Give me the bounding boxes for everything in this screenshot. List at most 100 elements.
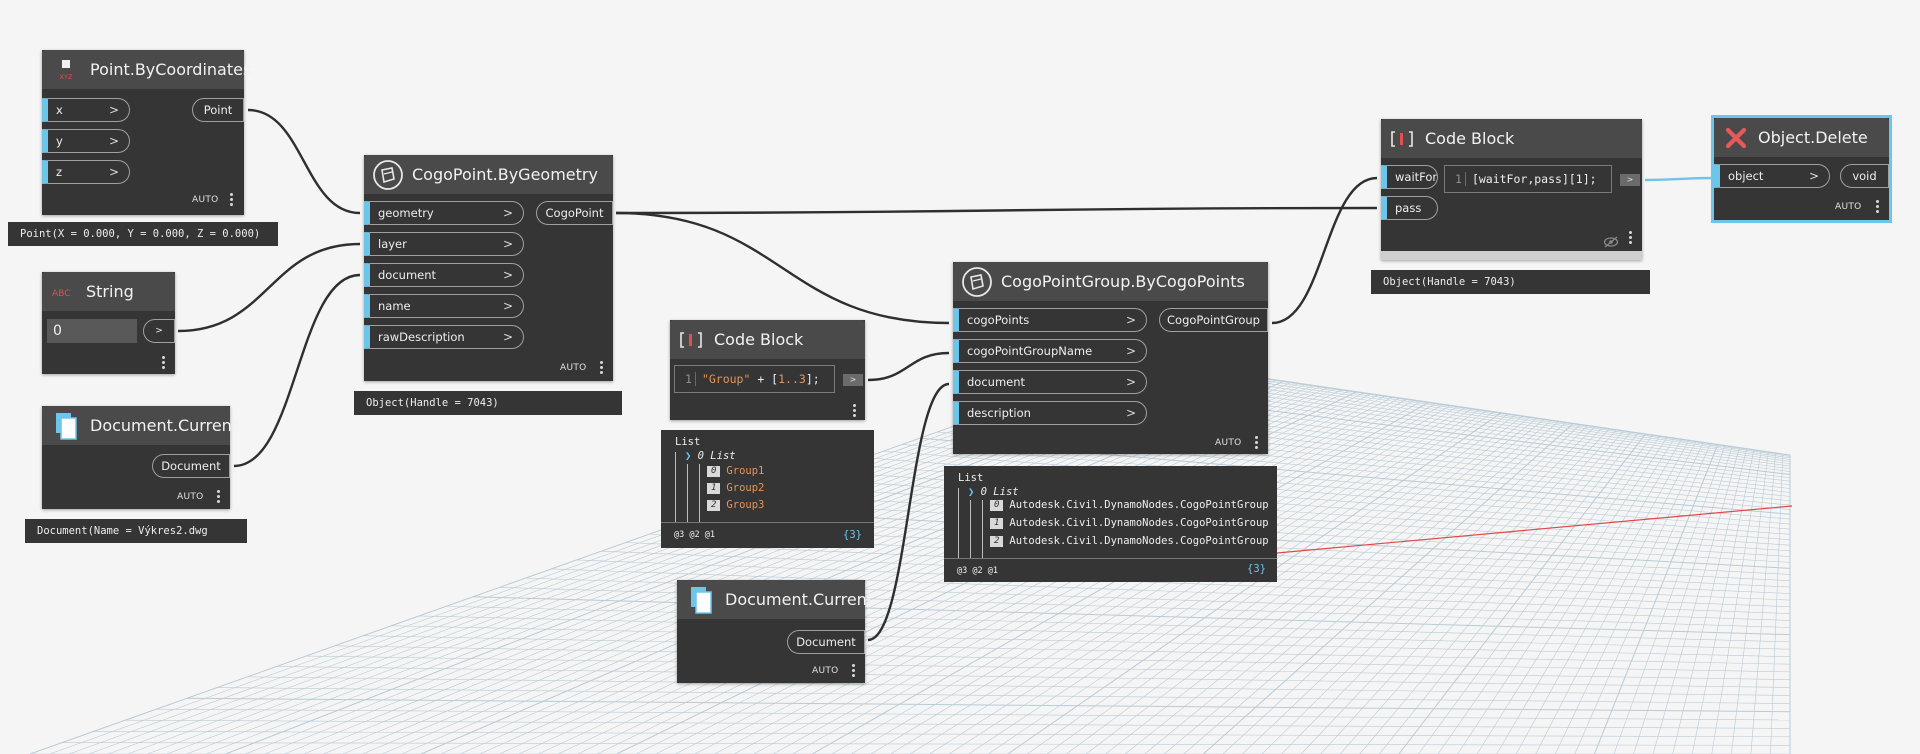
input-port-y[interactable]: y >	[42, 129, 130, 153]
delete-x-icon	[1722, 122, 1750, 154]
tree-line	[675, 452, 676, 522]
tree-line	[982, 500, 983, 558]
input-port-description[interactable]: description >	[953, 401, 1147, 425]
node-header[interactable]: Code Block	[670, 320, 865, 359]
input-port-z[interactable]: z >	[42, 160, 130, 184]
list-header: List	[675, 436, 701, 448]
more-options-icon[interactable]	[230, 193, 233, 208]
tree-line	[958, 488, 959, 558]
node-title: Point.ByCoordinates	[90, 60, 252, 79]
lacing-label[interactable]: AUTO	[1215, 438, 1242, 448]
svg-text:ABC: ABC	[52, 289, 70, 299]
output-port-string[interactable]: >	[143, 319, 175, 343]
more-options-icon[interactable]	[853, 404, 856, 419]
grid-line	[1731, 451, 1769, 754]
grid-line	[1574, 443, 1711, 754]
node-document-current[interactable]: Document.Current Document AUTO	[677, 580, 873, 683]
list-header: List	[958, 472, 984, 484]
node-object-delete[interactable]: Object.Delete object > void AUTO	[1711, 115, 1892, 223]
node-header[interactable]: ABC String	[42, 272, 175, 311]
node-header[interactable]: Document.Current	[42, 406, 238, 445]
output-port-point[interactable]: Point	[192, 98, 244, 122]
graph-canvas[interactable]: XYZ Point.ByCoordinates x > y > z > Point A…	[0, 0, 1920, 754]
node-code-block[interactable]: Code Block 1 "Group" + [1..3]; >	[670, 320, 865, 420]
list-item: 0 Autodesk.Civil.DynamoNodes.CogoPointGro…	[990, 499, 1269, 511]
node-title: Object.Delete	[1758, 128, 1868, 147]
more-options-icon[interactable]	[1629, 231, 1632, 246]
node-cogopoint-by-geometry[interactable]: CogoPoint.ByGeometry geometry > layer > do…	[364, 155, 613, 381]
grid-line	[1711, 450, 1762, 754]
more-options-icon[interactable]	[162, 356, 165, 371]
input-port-waitfor[interactable]: waitFor	[1381, 165, 1438, 189]
node-header[interactable]: Document.Current	[677, 580, 873, 619]
document-icon	[685, 584, 717, 616]
node-title: Code Block	[1425, 129, 1515, 148]
lacing-label[interactable]: AUTO	[560, 363, 587, 373]
code-editor[interactable]: 1 [waitFor,pass][1];	[1444, 165, 1612, 193]
list-preview: List ❯ 0 List 0 Autodesk.Civil.DynamoNode…	[944, 466, 1277, 582]
input-port-name[interactable]: name >	[364, 294, 524, 318]
more-options-icon[interactable]	[1255, 436, 1258, 451]
node-title: String	[86, 282, 134, 301]
output-port-document[interactable]: Document	[152, 454, 230, 478]
more-options-icon[interactable]	[1876, 200, 1879, 215]
input-port-document[interactable]: document >	[364, 263, 524, 287]
node-document-current[interactable]: Document.Current Document AUTO	[42, 406, 238, 509]
input-port-x[interactable]: x >	[42, 98, 130, 122]
grid-line	[1633, 446, 1733, 754]
document-icon	[50, 410, 82, 442]
node-title: CogoPointGroup.ByCogoPoints	[1001, 272, 1245, 291]
code-editor[interactable]: 1 "Group" + [1..3];	[674, 365, 835, 393]
preview-toggle-icon[interactable]	[1603, 233, 1619, 252]
output-port[interactable]: >	[843, 374, 863, 386]
node-preview: Object(Handle = 7043)	[354, 391, 622, 415]
grid-line	[1027, 413, 1509, 754]
input-port-geometry[interactable]: geometry >	[364, 201, 524, 225]
node-header[interactable]: Object.Delete	[1714, 118, 1889, 157]
node-cogopointgroup-by-cogopoints[interactable]: CogoPointGroup.ByCogoPoints cogoPoints > …	[953, 262, 1268, 454]
grid-line	[1593, 444, 1719, 754]
output-port-document[interactable]: Document	[787, 630, 865, 654]
output-port-void[interactable]: void	[1840, 164, 1889, 188]
lacing-label[interactable]: AUTO	[1835, 202, 1862, 212]
more-options-icon[interactable]	[217, 490, 220, 505]
node-header[interactable]: CogoPointGroup.ByCogoPoints	[953, 262, 1268, 301]
more-options-icon[interactable]	[600, 361, 603, 376]
string-value-input[interactable]: 0	[47, 319, 137, 343]
code-range: 1..3	[778, 372, 806, 386]
port-arrow-icon: >	[1808, 169, 1819, 183]
input-port-rawdescription[interactable]: rawDescription >	[364, 325, 524, 349]
lacing-label[interactable]: AUTO	[192, 195, 219, 205]
node-footer-bar	[1381, 251, 1642, 260]
port-arrow-icon: >	[1125, 375, 1136, 389]
port-arrow-icon: >	[1125, 313, 1136, 327]
input-port-cogopointgroupname[interactable]: cogoPointGroupName >	[953, 339, 1147, 363]
port-arrow-icon: >	[502, 299, 513, 313]
output-port-cogopointgroup[interactable]: CogoPointGroup	[1159, 308, 1268, 332]
lacing-label[interactable]: AUTO	[812, 666, 839, 676]
node-header[interactable]: CogoPoint.ByGeometry	[364, 155, 613, 194]
input-port-layer[interactable]: layer >	[364, 232, 524, 256]
node-header[interactable]: XYZ Point.ByCoordinates	[42, 50, 251, 89]
line-number: 1	[685, 372, 696, 386]
list-item: 2 Group3	[707, 499, 764, 511]
input-port-cogopoints[interactable]: cogoPoints >	[953, 308, 1147, 332]
grid-line	[1437, 435, 1661, 754]
grid-line	[1320, 429, 1617, 754]
code-end: ];	[805, 372, 820, 386]
more-options-icon[interactable]	[852, 664, 855, 679]
lacing-label[interactable]: AUTO	[177, 492, 204, 502]
node-code-block[interactable]: Code Block waitFor pass 1 [waitFor,pass][…	[1381, 119, 1642, 260]
input-port-pass[interactable]: pass	[1381, 196, 1438, 220]
port-arrow-icon: >	[502, 206, 513, 220]
node-header[interactable]: Code Block	[1381, 119, 1642, 158]
input-port-document[interactable]: document >	[953, 370, 1147, 394]
list-item: 0 Group1	[707, 465, 764, 477]
input-port-object[interactable]: object >	[1714, 164, 1830, 188]
grid-line	[62, 742, 1791, 746]
node-point-by-coordinates[interactable]: XYZ Point.ByCoordinates x > y > z > Point A…	[42, 50, 251, 215]
tree-line	[970, 500, 971, 558]
node-string[interactable]: ABC String 0 >	[42, 272, 175, 374]
output-port[interactable]: >	[1620, 174, 1640, 186]
output-port-cogopoint[interactable]: CogoPoint	[536, 201, 613, 225]
